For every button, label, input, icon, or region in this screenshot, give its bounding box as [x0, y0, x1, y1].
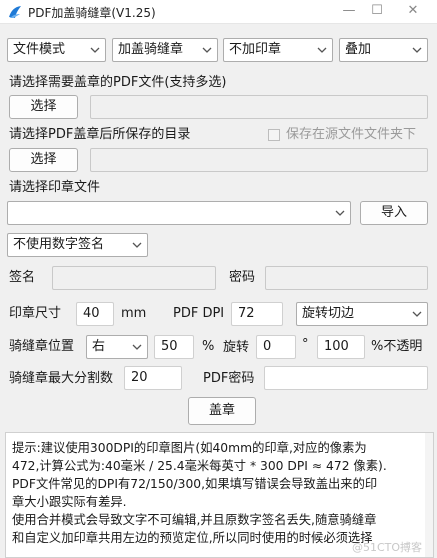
info-line-5: 使用合并模式会导致文字不可编辑,并且原数字签名丢失,随意骑缝章: [12, 513, 377, 527]
signature-name-label: 签名: [9, 270, 36, 285]
seam-position-label: 骑缝章位置: [9, 339, 75, 354]
minimize-icon[interactable]: —: [334, 0, 364, 24]
rotate-angle-field[interactable]: 0: [256, 335, 296, 359]
chevron-down-icon: [132, 344, 142, 350]
pdf-password-field[interactable]: [264, 366, 428, 390]
chevron-down-icon: [412, 47, 422, 53]
rotate-mode-value: 旋转切边: [302, 306, 355, 321]
stamp-size-unit: mm: [121, 306, 147, 321]
chevron-down-icon: [202, 47, 212, 53]
stamp-type-select[interactable]: 加盖骑缝章: [112, 38, 218, 62]
signature-password-label: 密码: [229, 270, 256, 285]
opacity-field[interactable]: 100: [317, 335, 365, 359]
seam-percent-sign: %: [202, 339, 215, 354]
signature-password-field[interactable]: [265, 266, 428, 290]
file-mode-select[interactable]: 文件模式: [7, 38, 106, 62]
file-mode-value: 文件模式: [13, 42, 66, 57]
output-dir-button[interactable]: 选择: [9, 148, 78, 172]
stamp-size-field[interactable]: 40: [76, 302, 114, 326]
chevron-down-icon: [90, 47, 100, 53]
stamp-file-label: 请选择印章文件: [9, 180, 101, 195]
signature-mode-select[interactable]: 不使用数字签名: [7, 233, 148, 257]
seam-side-select[interactable]: 右: [86, 335, 148, 359]
overlay-value: 叠加: [345, 42, 372, 57]
pdf-select-button[interactable]: 选择: [9, 95, 78, 119]
app-icon: [9, 6, 21, 18]
overlay-select[interactable]: 叠加: [339, 38, 428, 62]
info-line-2: 472,计算公式为:40毫米 / 25.4毫米每英寸 * 300 DPI ≈ 4…: [12, 459, 387, 473]
chevron-down-icon: [132, 242, 142, 248]
seam-side-value: 右: [92, 339, 106, 354]
watermark: @51CTO搏客: [352, 541, 423, 554]
signature-name-field[interactable]: [52, 266, 216, 290]
pdf-select-label: 请选择需要盖章的PDF文件(支持多选): [9, 75, 227, 90]
output-dir-label: 请选择PDF盖章后所保存的目录: [9, 127, 191, 142]
info-line-3: PDF文件常见的DPI有72/150/300,如果填写错误会导致盖出来的印: [12, 477, 378, 491]
chevron-down-icon: [335, 210, 345, 216]
save-in-source-checkbox[interactable]: [268, 129, 280, 141]
apply-stamp-button[interactable]: 盖章: [188, 397, 256, 425]
title-bar: PDF加盖骑缝章(V1.25) — ☐ ✕: [0, 0, 437, 24]
chevron-down-icon: [317, 47, 327, 53]
degree-sign: °: [302, 337, 309, 352]
stamp-type-value: 加盖骑缝章: [118, 42, 184, 57]
rotate-label: 旋转: [223, 340, 250, 355]
opacity-label: %不透明: [371, 339, 423, 354]
pdf-dpi-label: PDF DPI: [173, 306, 225, 321]
rotate-mode-select[interactable]: 旋转切边: [296, 302, 428, 326]
stamp-file-select[interactable]: [7, 201, 351, 225]
window-title: PDF加盖骑缝章(V1.25): [28, 6, 156, 20]
close-icon[interactable]: ✕: [398, 0, 428, 24]
chevron-down-icon: [412, 311, 422, 317]
pdf-password-label: PDF密码: [203, 371, 255, 386]
seam-split-label: 骑缝章最大分割数: [9, 371, 114, 386]
print-option-value: 不加印章: [229, 42, 282, 57]
pdf-path-field[interactable]: [90, 95, 428, 119]
info-scrollbar[interactable]: [425, 433, 433, 557]
info-line-4: 章大小跟实际有差异.: [12, 495, 127, 509]
import-button[interactable]: 导入: [360, 201, 428, 225]
seam-split-field[interactable]: 20: [124, 366, 182, 390]
stamp-size-label: 印章尺寸: [9, 306, 62, 321]
signature-mode-value: 不使用数字签名: [13, 237, 105, 252]
output-dir-field[interactable]: [90, 148, 428, 172]
maximize-icon[interactable]: ☐: [362, 0, 392, 24]
seam-percent-field[interactable]: 50: [154, 335, 194, 359]
print-option-select[interactable]: 不加印章: [223, 38, 333, 62]
pdf-dpi-field[interactable]: 72: [231, 302, 283, 326]
info-line-1: 提示:建议使用300DPI的印章图片(如40mm的印章,对应的像素为: [12, 441, 367, 455]
save-in-source-label: 保存在源文件文件夹下: [286, 127, 417, 142]
